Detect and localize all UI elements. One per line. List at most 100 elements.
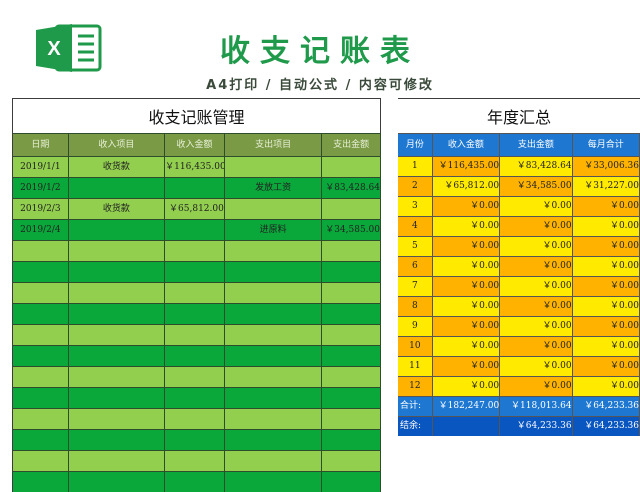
income-amount-cell[interactable]: [165, 409, 225, 429]
total-expense[interactable]: ￥118,013.64: [500, 397, 573, 416]
income-amount-cell[interactable]: [165, 388, 225, 408]
income-item-cell[interactable]: [69, 241, 166, 261]
month-income-cell[interactable]: ￥0.00: [432, 357, 501, 376]
month-total-cell[interactable]: ￥0.00: [572, 277, 640, 296]
annual-col-expense[interactable]: 支出金额: [500, 134, 573, 156]
income-item-cell[interactable]: [69, 388, 166, 408]
month-total-cell[interactable]: ￥31,227.00: [572, 177, 640, 196]
date-cell[interactable]: [13, 325, 69, 345]
month-income-cell[interactable]: ￥0.00: [432, 197, 501, 216]
income-item-cell[interactable]: [69, 220, 166, 240]
expense-amount-cell[interactable]: [322, 283, 381, 303]
date-cell[interactable]: [13, 283, 69, 303]
date-cell[interactable]: 2019/2/3: [13, 199, 69, 219]
month-cell[interactable]: 3: [398, 197, 433, 216]
annual-col-monthly-total[interactable]: 每月合计: [573, 134, 640, 156]
expense-amount-cell[interactable]: [322, 451, 381, 471]
month-total-cell[interactable]: ￥0.00: [572, 377, 640, 396]
income-item-cell[interactable]: [69, 430, 166, 450]
expense-amount-cell[interactable]: [322, 157, 381, 177]
month-income-cell[interactable]: ￥0.00: [432, 277, 501, 296]
ledger-col-income-item[interactable]: 收入项目: [69, 134, 166, 156]
balance-value[interactable]: ￥64,233.36: [573, 417, 640, 436]
expense-item-cell[interactable]: [225, 367, 323, 387]
income-amount-cell[interactable]: [165, 178, 225, 198]
expense-amount-cell[interactable]: [322, 199, 381, 219]
date-cell[interactable]: 2019/2/4: [13, 220, 69, 240]
month-expense-cell[interactable]: ￥83,428.64: [500, 157, 573, 176]
expense-amount-cell[interactable]: [322, 325, 381, 345]
month-expense-cell[interactable]: ￥0.00: [500, 317, 573, 336]
balance-expense-col[interactable]: ￥64,233.36: [500, 417, 573, 436]
date-cell[interactable]: [13, 430, 69, 450]
expense-item-cell[interactable]: 发放工资: [225, 178, 323, 198]
date-cell[interactable]: [13, 262, 69, 282]
month-cell[interactable]: 10: [398, 337, 433, 356]
income-amount-cell[interactable]: [165, 451, 225, 471]
expense-item-cell[interactable]: [225, 325, 323, 345]
expense-item-cell[interactable]: [225, 199, 323, 219]
income-amount-cell[interactable]: [165, 430, 225, 450]
income-item-cell[interactable]: [69, 367, 166, 387]
income-amount-cell[interactable]: [165, 472, 225, 492]
expense-item-cell[interactable]: [225, 409, 323, 429]
month-cell[interactable]: 8: [398, 297, 433, 316]
month-cell[interactable]: 5: [398, 237, 433, 256]
ledger-col-income-amount[interactable]: 收入金额: [165, 134, 225, 156]
month-total-cell[interactable]: ￥0.00: [572, 237, 640, 256]
expense-amount-cell[interactable]: ￥83,428.64: [322, 178, 381, 198]
month-cell[interactable]: 12: [398, 377, 433, 396]
month-total-cell[interactable]: ￥0.00: [572, 217, 640, 236]
ledger-col-date[interactable]: 日期: [13, 134, 69, 156]
date-cell[interactable]: 2019/1/1: [13, 157, 69, 177]
month-cell[interactable]: 6: [398, 257, 433, 276]
month-income-cell[interactable]: ￥0.00: [432, 217, 501, 236]
income-item-cell[interactable]: 收货款: [69, 157, 166, 177]
month-cell[interactable]: 4: [398, 217, 433, 236]
month-total-cell[interactable]: ￥0.00: [572, 297, 640, 316]
income-amount-cell[interactable]: [165, 262, 225, 282]
month-cell[interactable]: 9: [398, 317, 433, 336]
month-cell[interactable]: 7: [398, 277, 433, 296]
date-cell[interactable]: [13, 346, 69, 366]
expense-amount-cell[interactable]: [322, 346, 381, 366]
expense-item-cell[interactable]: [225, 472, 323, 492]
income-item-cell[interactable]: [69, 346, 166, 366]
income-amount-cell[interactable]: ￥65,812.00: [165, 199, 225, 219]
total-label[interactable]: 合计:: [398, 397, 433, 416]
total-net[interactable]: ￥64,233.36: [573, 397, 640, 416]
expense-item-cell[interactable]: [225, 346, 323, 366]
expense-item-cell[interactable]: [225, 241, 323, 261]
income-item-cell[interactable]: [69, 262, 166, 282]
balance-label[interactable]: 结余:: [398, 417, 433, 436]
month-expense-cell[interactable]: ￥34,585.00: [500, 177, 573, 196]
date-cell[interactable]: [13, 451, 69, 471]
expense-item-cell[interactable]: [225, 451, 323, 471]
month-income-cell[interactable]: ￥0.00: [432, 237, 501, 256]
income-amount-cell[interactable]: [165, 283, 225, 303]
income-amount-cell[interactable]: [165, 220, 225, 240]
expense-amount-cell[interactable]: [322, 262, 381, 282]
month-income-cell[interactable]: ￥116,435.00: [432, 157, 501, 176]
month-expense-cell[interactable]: ￥0.00: [500, 237, 573, 256]
date-cell[interactable]: 2019/1/2: [13, 178, 69, 198]
month-income-cell[interactable]: ￥0.00: [432, 337, 501, 356]
month-total-cell[interactable]: ￥0.00: [572, 197, 640, 216]
expense-amount-cell[interactable]: [322, 241, 381, 261]
expense-amount-cell[interactable]: [322, 409, 381, 429]
income-amount-cell[interactable]: ￥116,435.00: [165, 157, 225, 177]
expense-item-cell[interactable]: [225, 157, 323, 177]
month-cell[interactable]: 11: [398, 357, 433, 376]
date-cell[interactable]: [13, 388, 69, 408]
income-item-cell[interactable]: [69, 178, 166, 198]
income-amount-cell[interactable]: [165, 241, 225, 261]
income-item-cell[interactable]: [69, 472, 166, 492]
expense-item-cell[interactable]: [225, 262, 323, 282]
ledger-col-expense-amount[interactable]: 支出金额: [322, 134, 381, 156]
expense-item-cell[interactable]: [225, 430, 323, 450]
date-cell[interactable]: [13, 304, 69, 324]
income-item-cell[interactable]: [69, 409, 166, 429]
month-expense-cell[interactable]: ￥0.00: [500, 257, 573, 276]
ledger-col-expense-item[interactable]: 支出项目: [225, 134, 323, 156]
expense-amount-cell[interactable]: [322, 430, 381, 450]
